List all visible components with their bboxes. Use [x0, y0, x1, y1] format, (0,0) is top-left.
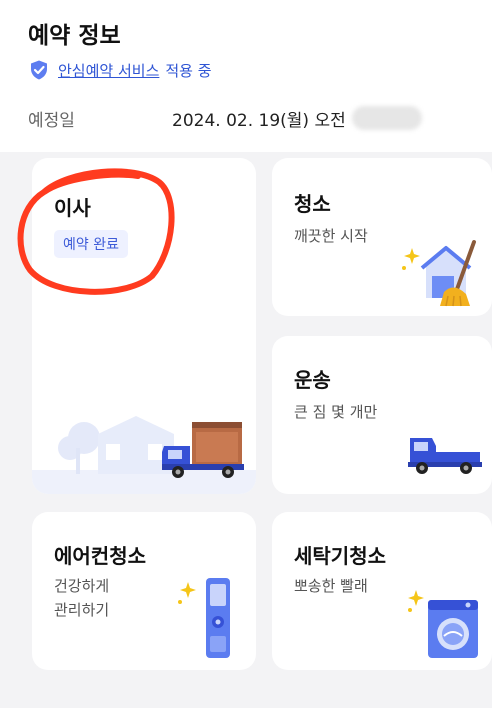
aircon-card-subtitle-line2: 관리하기	[54, 601, 110, 619]
safe-reservation-row: 안심예약 서비스 적용 중	[28, 58, 212, 82]
shield-check-icon	[31, 60, 47, 80]
scheduled-date-row: 예정일 2024. 02. 19(월) 오전	[28, 104, 422, 132]
safe-reservation-link[interactable]: 안심예약 서비스	[58, 60, 159, 81]
moving-card[interactable]: 이사 예약 완료	[32, 158, 256, 494]
aircon-cleaning-card[interactable]: 에어컨청소 건강하게 관리하기	[32, 512, 256, 670]
cleaning-card-subtitle: 깨끗한 시작	[294, 227, 368, 245]
service-grid: 이사 예약 완료 청소 깨끗한 시작 운송 큰 짐 몇 개만 에어컨청소 건강하…	[0, 152, 492, 708]
washer-cleaning-card[interactable]: 세탁기청소 뽀송한 빨래	[272, 512, 492, 670]
washer-card-subtitle: 뽀송한 빨래	[294, 577, 368, 595]
air-conditioner-illustration	[178, 578, 230, 658]
delivery-card[interactable]: 운송 큰 짐 몇 개만	[272, 336, 492, 494]
washer-card-title: 세탁기청소	[294, 544, 386, 568]
cleaning-card-title: 청소	[294, 192, 331, 216]
moving-card-title: 이사	[54, 196, 91, 220]
reservation-info-header: 예약 정보 안심예약 서비스 적용 중 예정일 2024. 02. 19(월) …	[0, 0, 492, 152]
moving-house-truck-illustration	[32, 416, 256, 494]
service-status-text: 적용 중	[165, 61, 212, 80]
page-title: 예약 정보	[28, 23, 121, 49]
scheduled-date-label: 예정일	[28, 110, 75, 131]
redacted-time	[351, 106, 422, 130]
aircon-card-subtitle-line1: 건강하게	[54, 577, 110, 595]
scheduled-date-value: 2024. 02. 19(월) 오전	[172, 110, 346, 131]
washing-machine-illustration	[408, 590, 478, 658]
reservation-complete-badge: 예약 완료	[54, 230, 128, 258]
delivery-card-title: 운송	[294, 368, 331, 392]
truck-illustration	[408, 438, 482, 474]
cleaning-card[interactable]: 청소 깨끗한 시작	[272, 158, 492, 316]
delivery-card-subtitle: 큰 짐 몇 개만	[294, 403, 378, 421]
house-broom-illustration	[402, 240, 476, 307]
aircon-card-title: 에어컨청소	[54, 544, 146, 568]
